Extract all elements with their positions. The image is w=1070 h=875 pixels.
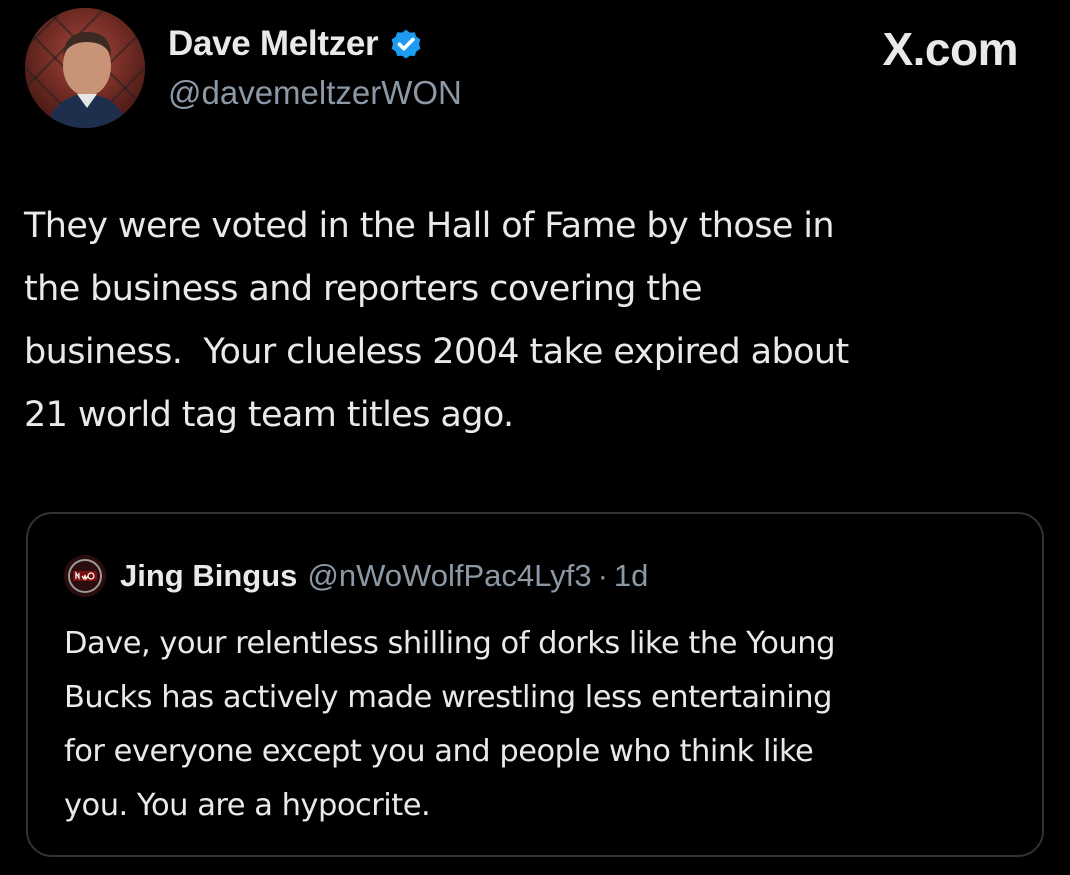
site-label: X.com <box>882 23 1018 75</box>
quoted-tweet-timestamp[interactable]: 1d <box>614 558 648 594</box>
tweet-text: They were voted in the Hall of Fame by t… <box>24 206 849 435</box>
quoted-tweet-separator: · <box>597 558 608 593</box>
author-name-row[interactable]: Dave Meltzer <box>168 22 424 66</box>
quoted-author-avatar[interactable] <box>64 555 106 597</box>
quoted-tweet-card[interactable]: Jing Bingus @nWoWolfPac4Lyf3 · 1d Dave, … <box>26 512 1044 857</box>
quoted-author-handle[interactable]: @nWoWolfPac4Lyf3 <box>307 558 591 594</box>
author-name[interactable]: Dave Meltzer <box>168 24 379 64</box>
author-handle[interactable]: @davemeltzerWON <box>168 74 462 112</box>
quoted-tweet-text: Dave, your relentless shilling of dorks … <box>64 626 835 823</box>
quoted-tweet-header: Jing Bingus @nWoWolfPac4Lyf3 · 1d <box>64 554 648 598</box>
nwo-logo-avatar-icon <box>64 555 106 597</box>
author-avatar[interactable] <box>25 8 145 128</box>
user-avatar-photo-icon <box>25 8 145 128</box>
quoted-author-name[interactable]: Jing Bingus <box>120 558 297 594</box>
verified-badge-icon <box>388 26 424 62</box>
